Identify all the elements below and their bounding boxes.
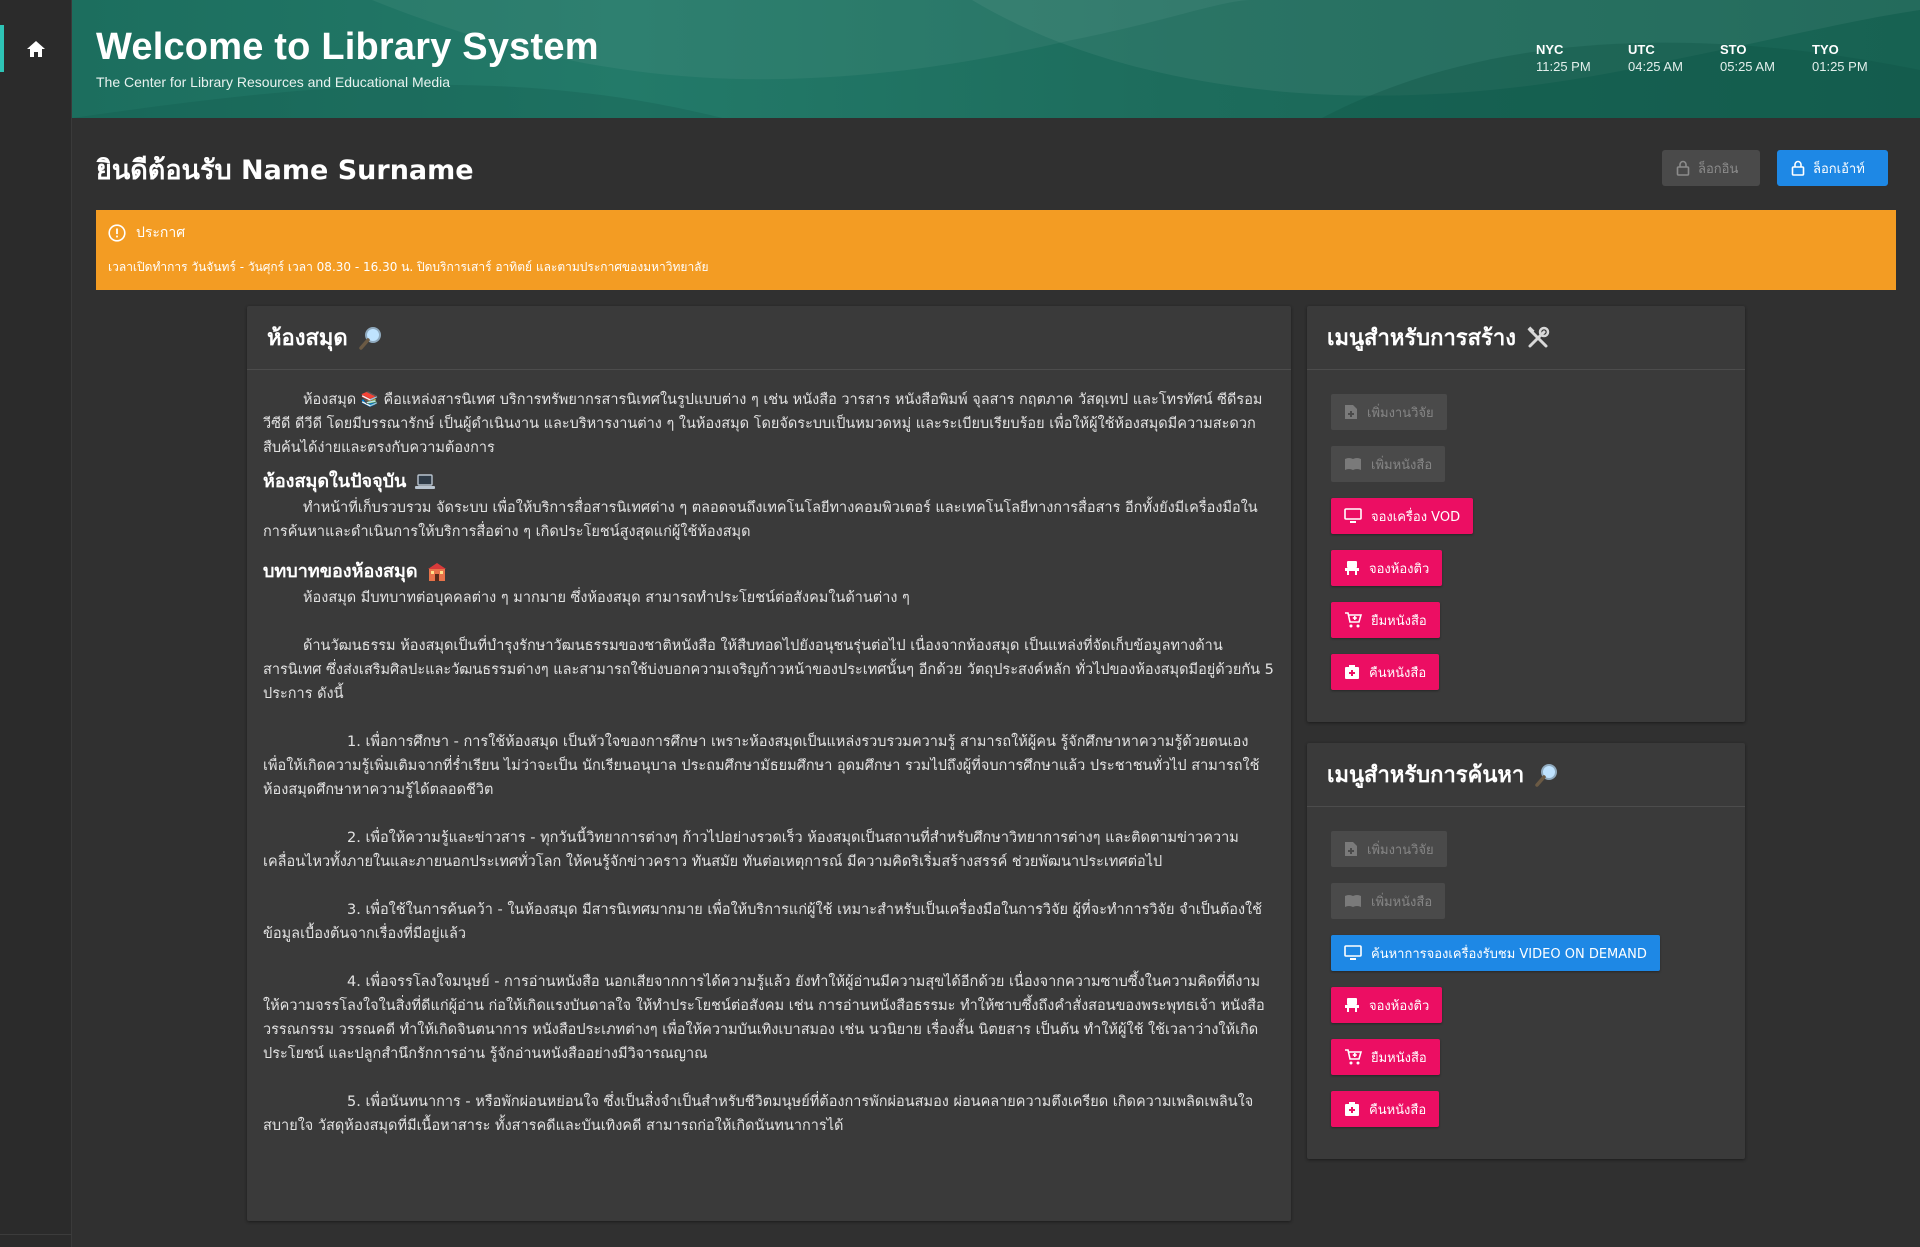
- lock-icon: [1676, 160, 1690, 176]
- add-book-button[interactable]: เพิ่มหนังสือ: [1331, 446, 1446, 482]
- lock-icon: [1791, 160, 1805, 176]
- reserve-tutor-room-button[interactable]: จองห้องติว: [1331, 550, 1443, 586]
- borrow-book-button[interactable]: ยืมหนังสือ: [1331, 602, 1440, 638]
- monitor-icon: [1344, 508, 1362, 523]
- clock-city: NYC: [1536, 42, 1564, 57]
- search-vod-reservation-button[interactable]: ค้นหาการจองเครื่องรับชม VIDEO ON DEMAND: [1331, 935, 1660, 971]
- add-book-label: เพิ่มหนังสือ: [1371, 457, 1433, 473]
- section-heading-today-label: ห้องสมุดในปัจจุบัน: [263, 471, 407, 492]
- add-book-label: เพิ่มหนังสือ: [1371, 894, 1433, 910]
- borrow-book-label: ยืมหนังสือ: [1371, 1050, 1427, 1066]
- announcement-header: ประกาศ: [108, 222, 1884, 244]
- section-heading-role: บทบาทของห้องสมุด: [263, 558, 1275, 586]
- cart-add-icon: [1345, 1049, 1362, 1065]
- create-menu-list: เพิ่มงานวิจัย เพิ่มหนังสือ จองเครื่อง VO…: [1307, 370, 1745, 714]
- library-card-title: ห้องสมุด: [267, 326, 348, 351]
- logout-label: ล็อกเอ้าท์: [1813, 161, 1865, 177]
- create-menu-header: เมนูสำหรับการสร้าง: [1307, 306, 1745, 370]
- add-research-label: เพิ่มงานวิจัย: [1367, 405, 1434, 421]
- search-menu-title: เมนูสำหรับการค้นหา: [1327, 763, 1525, 788]
- magnifier-icon: [1535, 763, 1558, 787]
- search-menu-header: เมนูสำหรับการค้นหา: [1307, 743, 1745, 807]
- document-add-icon: [1345, 842, 1357, 856]
- return-book-label: คืนหนังสือ: [1369, 665, 1427, 681]
- library-intro-paragraph: ห้องสมุด 📚 คือแหล่งสารนิเทศ บริการทรัพยา…: [263, 392, 1263, 456]
- login-label: ล็อกอิน: [1698, 161, 1739, 177]
- tools-icon: [1527, 325, 1550, 347]
- add-research-button[interactable]: เพิ่มงานวิจัย: [1331, 831, 1447, 867]
- clock-utc: UTC 04:25 AM: [1628, 42, 1688, 74]
- book-open-icon: [1345, 895, 1361, 907]
- search-menu-list: เพิ่มงานวิจัย เพิ่มหนังสือ ค้นหาการจองเค…: [1307, 807, 1745, 1151]
- home-icon: [27, 40, 45, 57]
- book-open-icon: [1345, 458, 1361, 470]
- return-book-button[interactable]: คืนหนังสือ: [1331, 1091, 1440, 1127]
- chair-icon: [1345, 998, 1359, 1012]
- clock-city: UTC: [1628, 42, 1655, 57]
- clock-city: STO: [1720, 42, 1747, 57]
- objective-item: 4. เพื่อจรรโลงใจมนุษย์ - การอ่านหนังสือ …: [263, 974, 1265, 1062]
- clock-sto: STO 05:25 AM: [1720, 42, 1780, 74]
- cart-add-icon: [1345, 612, 1362, 628]
- clock-nyc: NYC 11:25 PM: [1536, 42, 1596, 74]
- objective-item: 3. เพื่อใช้ในการค้นคว้า - ในห้องสมุด มีส…: [263, 902, 1262, 942]
- library-card-header: ห้องสมุด: [247, 306, 1291, 370]
- library-culture-paragraph: ด้านวัฒนธรรม ห้องสมุดเป็นที่บำรุงรักษาวั…: [263, 638, 1274, 702]
- magnifier-icon: [358, 326, 381, 350]
- search-vod-reservation-label: ค้นหาการจองเครื่องรับชม VIDEO ON DEMAND: [1371, 946, 1647, 962]
- clock-time: 04:25 AM: [1628, 59, 1683, 74]
- login-button[interactable]: ล็อกอิน: [1662, 150, 1760, 186]
- clock-time: 05:25 AM: [1720, 59, 1775, 74]
- school-building-icon: [427, 563, 446, 581]
- library-today-paragraph: ทำหน้าที่เก็บรวบรวม จัดระบบ เพื่อให้บริก…: [263, 500, 1258, 540]
- clock-tyo: TYO 01:25 PM: [1812, 42, 1872, 74]
- app-title: Welcome to Library System: [96, 26, 599, 68]
- logout-button[interactable]: ล็อกเอ้าท์: [1777, 150, 1888, 186]
- clock-city: TYO: [1812, 42, 1839, 57]
- section-heading-today: ห้องสมุดในปัจจุบัน: [263, 468, 1275, 496]
- rail-divider: [0, 1234, 72, 1235]
- library-card-body: ห้องสมุด 📚 คือแหล่งสารนิเทศ บริการทรัพยา…: [247, 370, 1291, 1138]
- monitor-icon: [1344, 945, 1362, 960]
- laptop-icon: [415, 474, 436, 489]
- reserve-vod-button[interactable]: จองเครื่อง VOD: [1331, 498, 1474, 534]
- announcement-text: เวลาเปิดทำการ วันจันทร์ - วันศุกร์ เวลา …: [108, 260, 709, 274]
- library-info-card: ห้องสมุด ห้องสมุด 📚 คือแหล่งสารนิเทศ บริ…: [247, 306, 1291, 1221]
- add-book-button[interactable]: เพิ่มหนังสือ: [1331, 883, 1446, 919]
- section-heading-role-label: บทบาทของห้องสมุด: [263, 561, 418, 582]
- reserve-tutor-room-label: จองห้องติว: [1369, 561, 1430, 577]
- return-book-label: คืนหนังสือ: [1369, 1102, 1427, 1118]
- announcement-banner: ประกาศ เวลาเปิดทำการ วันจันทร์ - วันศุกร…: [96, 210, 1896, 290]
- announcement-title: ประกาศ: [136, 225, 186, 241]
- alert-circle-icon: [108, 224, 126, 242]
- add-research-label: เพิ่มงานวิจัย: [1367, 842, 1434, 858]
- document-add-icon: [1345, 405, 1357, 419]
- home-nav-button[interactable]: [0, 0, 72, 97]
- app-header: Welcome to Library System The Center for…: [72, 0, 1920, 118]
- world-clocks: NYC 11:25 PM UTC 04:25 AM STO 05:25 AM T…: [1536, 42, 1872, 74]
- objective-item: 2. เพื่อให้ความรู้และข่าวสาร - ทุกวันนี้…: [263, 830, 1239, 870]
- borrow-book-button[interactable]: ยืมหนังสือ: [1331, 1039, 1440, 1075]
- library-role-paragraph: ห้องสมุด มีบทบาทต่อบุคคลต่าง ๆ มากมาย ซึ…: [303, 590, 910, 606]
- chair-icon: [1345, 561, 1359, 575]
- return-book-button[interactable]: คืนหนังสือ: [1331, 654, 1440, 690]
- clock-time: 01:25 PM: [1812, 59, 1868, 74]
- search-menu-card: เมนูสำหรับการค้นหา เพิ่มงานวิจัย เพิ่มหน…: [1307, 743, 1745, 1159]
- create-menu-title: เมนูสำหรับการสร้าง: [1327, 326, 1516, 351]
- add-research-button[interactable]: เพิ่มงานวิจัย: [1331, 394, 1447, 430]
- objective-item: 5. เพื่อนันทนาการ - หรือพักผ่อนหย่อนใจ ซ…: [263, 1094, 1254, 1134]
- reserve-tutor-room-label: จองห้องติว: [1369, 998, 1430, 1014]
- return-box-icon: [1345, 1102, 1359, 1116]
- borrow-book-label: ยืมหนังสือ: [1371, 613, 1427, 629]
- reserve-vod-label: จองเครื่อง VOD: [1371, 509, 1461, 525]
- clock-time: 11:25 PM: [1536, 59, 1591, 74]
- return-box-icon: [1345, 665, 1359, 679]
- welcome-heading: ยินดีต้อนรับ Name Surname: [96, 155, 474, 186]
- reserve-tutor-room-button[interactable]: จองห้องติว: [1331, 987, 1443, 1023]
- objective-item: 1. เพื่อการศึกษา - การใช้ห้องสมุด เป็นหั…: [263, 734, 1260, 798]
- create-menu-card: เมนูสำหรับการสร้าง เพิ่มงานวิจัย เพิ่มหน…: [1307, 306, 1745, 722]
- app-subtitle: The Center for Library Resources and Edu…: [96, 74, 451, 90]
- left-rail: [0, 0, 72, 1247]
